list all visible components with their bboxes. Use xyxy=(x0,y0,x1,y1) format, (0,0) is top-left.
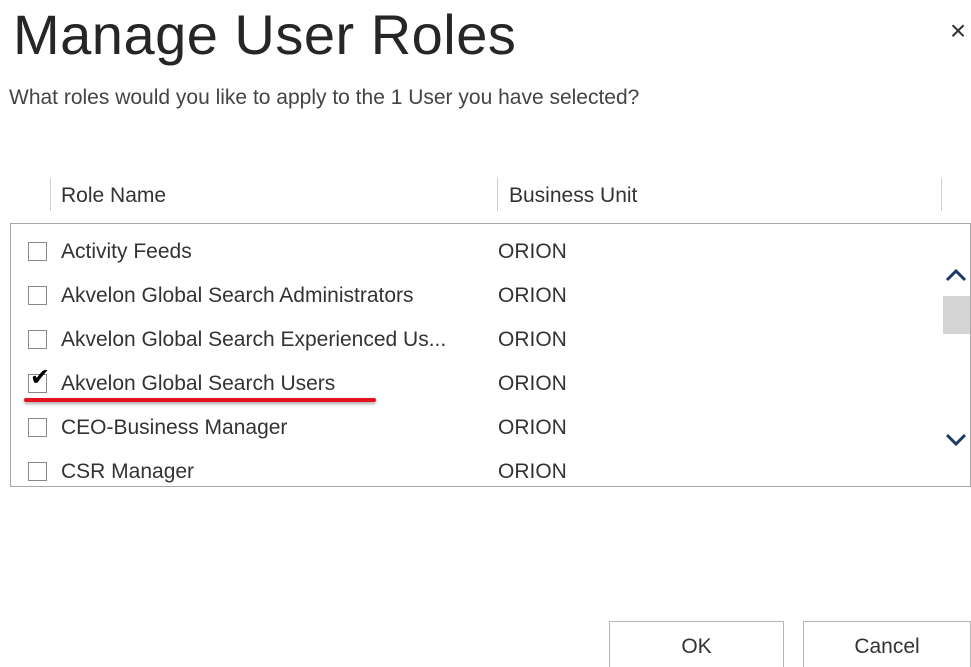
table-row[interactable]: Activity Feeds ORION xyxy=(11,230,939,274)
highlight-underline xyxy=(24,398,376,402)
role-name-cell: CEO-Business Manager xyxy=(61,416,288,439)
business-unit-cell: ORION xyxy=(498,240,567,263)
scrollbar-thumb[interactable] xyxy=(943,296,970,334)
role-name-cell: Akvelon Global Search Administrators xyxy=(61,284,414,307)
chevron-down-icon[interactable] xyxy=(941,424,970,456)
business-unit-cell: ORION xyxy=(498,284,567,307)
column-header-business-unit[interactable]: Business Unit xyxy=(509,178,637,214)
column-header-role-name[interactable]: Role Name xyxy=(61,178,166,214)
dialog-subtitle: What roles would you like to apply to th… xyxy=(9,86,640,109)
chevron-up-icon[interactable] xyxy=(941,260,970,292)
table-row[interactable]: CEO-Business Manager ORION xyxy=(11,406,939,450)
table-row[interactable]: CSR Manager ORION xyxy=(11,450,939,486)
role-checkbox[interactable] xyxy=(28,462,47,481)
role-checkbox[interactable] xyxy=(28,286,47,305)
role-checkbox[interactable] xyxy=(28,330,47,349)
role-checkbox[interactable] xyxy=(28,418,47,437)
column-separator xyxy=(941,178,942,211)
vertical-scrollbar[interactable] xyxy=(941,224,970,486)
business-unit-cell: ORION xyxy=(498,460,567,483)
role-checkbox-checked[interactable]: ✔ xyxy=(28,364,50,393)
roles-grid: Activity Feeds ORION Akvelon Global Sear… xyxy=(10,223,971,487)
business-unit-cell: ORION xyxy=(498,372,567,395)
role-name-cell: Akvelon Global Search Experienced Us... xyxy=(61,328,447,351)
dialog-title: Manage User Roles xyxy=(13,3,517,66)
column-separator xyxy=(497,178,498,211)
table-row[interactable]: Akvelon Global Search Administrators ORI… xyxy=(11,274,939,318)
business-unit-cell: ORION xyxy=(498,328,567,351)
ok-button[interactable]: OK xyxy=(609,621,784,667)
column-separator xyxy=(50,178,51,211)
role-name-cell: Activity Feeds xyxy=(61,240,192,263)
close-icon[interactable]: × xyxy=(946,16,970,46)
cancel-button[interactable]: Cancel xyxy=(803,621,971,667)
role-name-cell: CSR Manager xyxy=(61,460,195,483)
checkmark-icon: ✔ xyxy=(30,364,51,391)
table-row[interactable]: Akvelon Global Search Experienced Us... … xyxy=(11,318,939,362)
manage-user-roles-dialog: Manage User Roles × What roles would you… xyxy=(0,0,971,667)
business-unit-cell: ORION xyxy=(498,416,567,439)
role-checkbox[interactable] xyxy=(28,242,47,261)
